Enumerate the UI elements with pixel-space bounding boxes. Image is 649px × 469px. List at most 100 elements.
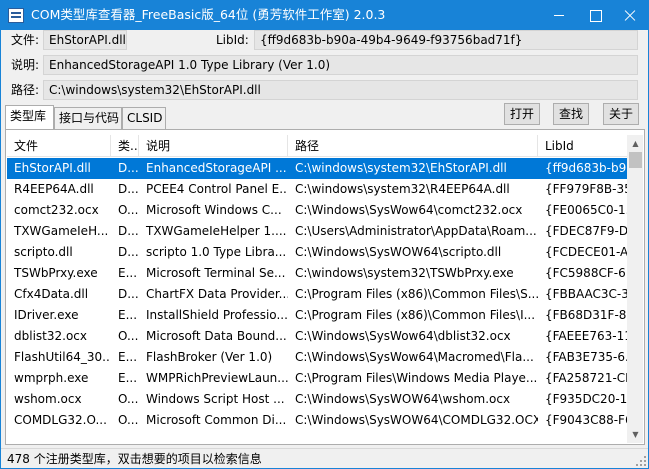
cell-path: C:\Windows\SysWOW64\scripto.dll [295, 245, 502, 259]
cell-description: Windows Script Host ... [146, 392, 285, 406]
cell-description: TXWGameIeHelper 1.... [146, 224, 287, 238]
column-header-path[interactable]: 路径 [288, 135, 538, 157]
tab-interfaces-code[interactable]: 接口与代码 [54, 107, 122, 129]
vertical-scrollbar[interactable]: ▲ ▼ [627, 135, 643, 443]
cell-file: COMDLG32.O... [14, 413, 107, 427]
table-row[interactable]: COMDLG32.O... O... Microsoft Common Di... C… [7, 410, 627, 431]
window-title: COM类型库查看器_FreeBasic版_64位 (勇芳软件工作室) 2.0.3 [31, 7, 386, 22]
cell-libid: {FCDECE01-A... [545, 245, 627, 259]
app-icon [8, 8, 24, 23]
cell-type: D... [118, 245, 139, 259]
library-list[interactable]: 文件 类... 说明 路径 LibId EhStorAPI.dll D... Enh… [7, 135, 643, 443]
cell-type: O... [118, 392, 139, 406]
cell-path: C:\Windows\SysWOW64\COMDLG32.OCX [295, 413, 538, 427]
tab-clsid[interactable]: CLSID [122, 107, 166, 129]
tab-type-library[interactable]: 类型库 [5, 105, 54, 129]
table-row[interactable]: dblist32.ocx O... Microsoft Data Bound... C… [7, 326, 627, 347]
cell-file: FlashUtil64_30... [14, 350, 111, 364]
desc-field[interactable]: EnhancedStorageAPI 1.0 Type Library (Ver… [43, 55, 638, 75]
maximize-button[interactable] [577, 1, 613, 30]
main-window: COM类型库查看器_FreeBasic版_64位 (勇芳软件工作室) 2.0.3… [0, 0, 649, 469]
cell-type: D... [118, 161, 139, 175]
file-field[interactable]: EhStorAPI.dll [43, 30, 127, 50]
cell-description: Microsoft Terminal Se... [146, 266, 286, 280]
cell-path: C:\Program Files (x86)\Common Files\S... [295, 287, 538, 301]
cell-libid: {FE0065C0-1... [545, 203, 627, 217]
cell-libid: {FF979F8B-35... [545, 182, 627, 196]
table-row[interactable]: EhStorAPI.dll D... EnhancedStorageAPI ... C… [7, 158, 627, 179]
cell-path: C:\Windows\SysWow64\comct232.ocx [295, 203, 523, 217]
cell-type: E... [118, 308, 138, 322]
find-button[interactable]: 查找 [553, 103, 589, 125]
minimize-button[interactable] [541, 1, 577, 30]
desc-label: 说明: [11, 58, 40, 72]
cell-file: wshom.ocx [14, 392, 82, 406]
cell-type: E... [118, 350, 138, 364]
cell-file: TSWbPrxy.exe [14, 266, 98, 280]
cell-libid: {FB68D31F-8... [545, 308, 627, 322]
table-row[interactable]: comct232.ocx O... Microsoft Windows C... C:… [7, 200, 627, 221]
table-row[interactable]: scripto.dll D... scripto 1.0 Type Libra...… [7, 242, 627, 263]
list-header: 文件 类... 说明 路径 LibId [7, 135, 627, 157]
cell-file: IDriver.exe [14, 308, 79, 322]
cell-path: C:\windows\system32\TSWbPrxy.exe [295, 266, 514, 280]
cell-path: C:\Program Files (x86)\Common Files\I... [295, 308, 536, 322]
table-row[interactable]: TSWbPrxy.exe E... Microsoft Terminal Se...… [7, 263, 627, 284]
cell-libid: {F935DC20-1... [545, 392, 627, 406]
path-label: 路径: [11, 83, 40, 97]
cell-path: C:\Windows\SysWOW64\wshom.ocx [295, 392, 511, 406]
table-row[interactable]: FlashUtil64_30... E... FlashBroker (Ver 1.… [7, 347, 627, 368]
cell-libid: {ff9d683b-b9... [545, 161, 627, 175]
cell-libid: {FC5988CF-6... [545, 266, 627, 280]
cell-type: O... [118, 203, 139, 217]
cell-path: C:\Windows\SysWow64\Macromed\Fla... [295, 350, 534, 364]
cell-type: E... [118, 371, 138, 385]
cell-libid: {FAB3E735-6... [545, 350, 627, 364]
cell-description: FlashBroker (Ver 1.0) [146, 350, 273, 364]
cell-libid: {FA258721-CF... [545, 371, 627, 385]
column-header-libid[interactable]: LibId [538, 135, 627, 157]
close-button[interactable] [612, 1, 648, 30]
cell-file: TXWGameIeH... [14, 224, 109, 238]
cell-type: D... [118, 182, 139, 196]
cell-type: D... [118, 224, 139, 238]
table-row[interactable]: wshom.ocx O... Windows Script Host ... C:\W… [7, 389, 627, 410]
table-row[interactable]: IDriver.exe E... InstallShield Professio..… [7, 305, 627, 326]
resize-grip-icon[interactable] [636, 456, 646, 466]
cell-libid: {FBBAAC3C-3... [545, 287, 627, 301]
file-label: 文件: [11, 33, 40, 47]
cell-type: O... [118, 413, 139, 427]
cell-libid: {FAEEE763-11... [545, 329, 627, 343]
about-button[interactable]: 关于 [603, 103, 639, 125]
table-row[interactable]: Cfx4Data.dll D... ChartFX Data Provider...… [7, 284, 627, 305]
status-bar: 478 个注册类型库，双击想要的项目以检索信息 [1, 448, 648, 468]
path-field[interactable]: C:\windows\system32\EhStorAPI.dll [43, 80, 638, 100]
cell-file: dblist32.ocx [14, 329, 87, 343]
cell-file: EhStorAPI.dll [14, 161, 91, 175]
open-button[interactable]: 打开 [504, 103, 540, 125]
libid-label: LibId: [216, 33, 249, 47]
title-bar[interactable]: COM类型库查看器_FreeBasic版_64位 (勇芳软件工作室) 2.0.3 [1, 1, 648, 30]
cell-path: C:\Users\Administrator\AppData\Roam... [295, 224, 537, 238]
table-row[interactable]: TXWGameIeH... D... TXWGameIeHelper 1.... C:… [7, 221, 627, 242]
cell-file: Cfx4Data.dll [14, 287, 89, 301]
status-text: 478 个注册类型库，双击想要的项目以检索信息 [7, 452, 262, 466]
cell-type: O... [118, 329, 139, 343]
column-header-file[interactable]: 文件 [7, 135, 111, 157]
cell-description: WMPRichPreviewLaun... [146, 371, 288, 385]
scroll-thumb[interactable] [629, 152, 642, 168]
cell-description: Microsoft Windows C... [146, 203, 282, 217]
table-row[interactable]: wmprph.exe E... WMPRichPreviewLaun... C:\Pr… [7, 368, 627, 389]
cell-libid: {FDEC87F9-D... [545, 224, 627, 238]
column-header-type[interactable]: 类... [111, 135, 139, 157]
cell-file: comct232.ocx [14, 203, 99, 217]
scroll-down-icon[interactable]: ▼ [627, 426, 643, 443]
scroll-up-icon[interactable]: ▲ [627, 135, 643, 152]
table-row[interactable]: R4EEP64A.dll D... PCEE4 Control Panel E...… [7, 179, 627, 200]
libid-field[interactable]: {ff9d683b-b90a-49b4-9649-f93756bad71f} [254, 30, 638, 50]
cell-path: C:\windows\system32\EhStorAPI.dll [295, 161, 507, 175]
column-header-description[interactable]: 说明 [139, 135, 288, 157]
cell-file: wmprph.exe [14, 371, 89, 385]
cell-description: PCEE4 Control Panel E... [146, 182, 288, 196]
cell-path: C:\windows\system32\R4EEP64A.dll [295, 182, 510, 196]
